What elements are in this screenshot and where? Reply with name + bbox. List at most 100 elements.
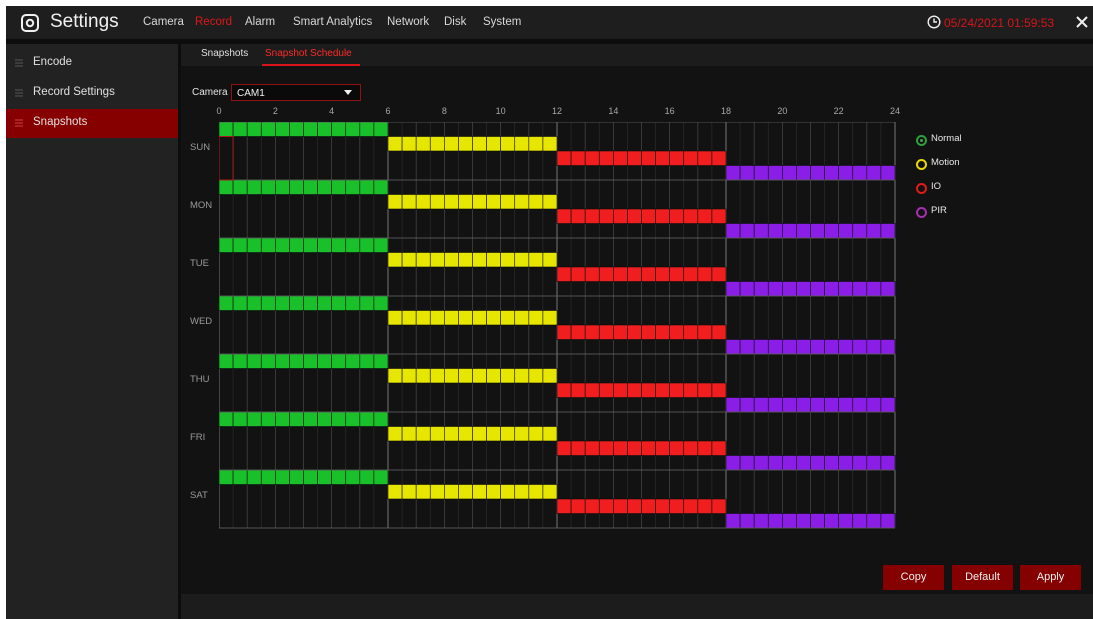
schedule-cell-normal[interactable] bbox=[317, 122, 332, 137]
schedule-cell-io[interactable] bbox=[598, 498, 614, 514]
schedule-cell-motion[interactable] bbox=[528, 194, 544, 210]
nav-network[interactable]: Network bbox=[387, 16, 429, 28]
schedule-cell-pir[interactable] bbox=[782, 281, 797, 297]
schedule-cell-motion[interactable] bbox=[486, 252, 501, 268]
schedule-cell-normal[interactable] bbox=[275, 411, 290, 427]
schedule-cell-io[interactable] bbox=[669, 324, 685, 340]
schedule-cell-normal[interactable] bbox=[289, 469, 304, 485]
schedule-cell-pir[interactable] bbox=[824, 165, 839, 181]
schedule-cell-motion[interactable] bbox=[444, 368, 459, 384]
schedule-cell-motion[interactable] bbox=[472, 368, 487, 384]
schedule-cell-io[interactable] bbox=[711, 382, 727, 398]
schedule-cell-motion[interactable] bbox=[401, 484, 417, 500]
schedule-cell-pir[interactable] bbox=[782, 339, 797, 355]
schedule-cell-io[interactable] bbox=[711, 266, 727, 282]
schedule-cell-io[interactable] bbox=[598, 150, 614, 166]
schedule-cell-io[interactable] bbox=[556, 208, 572, 224]
schedule-cell-io[interactable] bbox=[711, 440, 727, 456]
schedule-cell-pir[interactable] bbox=[838, 397, 854, 413]
schedule-cell-normal[interactable] bbox=[289, 411, 304, 427]
schedule-cell-motion[interactable] bbox=[472, 252, 487, 268]
schedule-cell-normal[interactable] bbox=[219, 295, 234, 311]
schedule-cell-io[interactable] bbox=[683, 382, 699, 398]
tab-snapshot-schedule[interactable]: Snapshot Schedule bbox=[265, 48, 352, 59]
nav-disk[interactable]: Disk bbox=[444, 16, 466, 28]
schedule-cell-motion[interactable] bbox=[387, 484, 403, 500]
schedule-cell-normal[interactable] bbox=[373, 237, 389, 253]
schedule-cell-io[interactable] bbox=[598, 382, 614, 398]
schedule-cell-normal[interactable] bbox=[317, 179, 332, 195]
schedule-cell-pir[interactable] bbox=[810, 455, 825, 471]
schedule-cell-motion[interactable] bbox=[429, 426, 445, 442]
schedule-cell-normal[interactable] bbox=[303, 295, 318, 311]
schedule-cell-normal[interactable] bbox=[331, 179, 347, 195]
schedule-cell-io[interactable] bbox=[627, 324, 642, 340]
schedule-cell-normal[interactable] bbox=[373, 179, 389, 195]
schedule-cell-pir[interactable] bbox=[866, 223, 882, 239]
schedule-cell-motion[interactable] bbox=[387, 252, 403, 268]
schedule-cell-pir[interactable] bbox=[725, 281, 741, 297]
schedule-cell-io[interactable] bbox=[627, 498, 642, 514]
schedule-cell-motion[interactable] bbox=[415, 484, 431, 500]
schedule-cell-pir[interactable] bbox=[852, 513, 868, 529]
schedule-cell-normal[interactable] bbox=[219, 411, 234, 427]
schedule-cell-pir[interactable] bbox=[880, 513, 896, 529]
schedule-cell-pir[interactable] bbox=[739, 281, 755, 297]
schedule-cell-io[interactable] bbox=[598, 208, 614, 224]
schedule-cell-io[interactable] bbox=[655, 324, 670, 340]
schedule-cell-pir[interactable] bbox=[880, 281, 896, 297]
schedule-cell-io[interactable] bbox=[683, 440, 699, 456]
schedule-cell-pir[interactable] bbox=[725, 455, 741, 471]
schedule-cell-motion[interactable] bbox=[528, 136, 544, 152]
schedule-cell-pir[interactable] bbox=[796, 339, 811, 355]
schedule-cell-motion[interactable] bbox=[542, 426, 558, 442]
sidebar-item-encode[interactable]: Encode bbox=[6, 49, 178, 78]
schedule-cell-io[interactable] bbox=[711, 150, 727, 166]
schedule-cell-normal[interactable] bbox=[260, 469, 276, 485]
schedule-cell-io[interactable] bbox=[556, 382, 572, 398]
schedule-cell-normal[interactable] bbox=[359, 469, 375, 485]
schedule-cell-motion[interactable] bbox=[500, 136, 516, 152]
schedule-cell-motion[interactable] bbox=[387, 194, 403, 210]
schedule-cell-normal[interactable] bbox=[232, 411, 248, 427]
schedule-cell-normal[interactable] bbox=[275, 179, 290, 195]
schedule-cell-io[interactable] bbox=[598, 440, 614, 456]
schedule-cell-normal[interactable] bbox=[303, 411, 318, 427]
schedule-cell-motion[interactable] bbox=[500, 252, 516, 268]
schedule-cell-pir[interactable] bbox=[824, 455, 839, 471]
schedule-cell-normal[interactable] bbox=[246, 179, 262, 195]
schedule-cell-normal[interactable] bbox=[260, 295, 276, 311]
schedule-cell-io[interactable] bbox=[556, 266, 572, 282]
schedule-cell-pir[interactable] bbox=[782, 513, 797, 529]
schedule-cell-motion[interactable] bbox=[472, 310, 487, 326]
close-icon[interactable] bbox=[1074, 14, 1090, 30]
schedule-cell-normal[interactable] bbox=[345, 122, 361, 137]
schedule-cell-motion[interactable] bbox=[444, 426, 459, 442]
schedule-cell-pir[interactable] bbox=[796, 281, 811, 297]
apply-button[interactable]: Apply bbox=[1020, 565, 1081, 590]
schedule-cell-pir[interactable] bbox=[753, 339, 769, 355]
schedule-cell-io[interactable] bbox=[641, 498, 656, 514]
schedule-cell-motion[interactable] bbox=[415, 252, 431, 268]
default-button[interactable]: Default bbox=[952, 565, 1013, 590]
schedule-cell-normal[interactable] bbox=[289, 122, 304, 137]
schedule-cell-io[interactable] bbox=[584, 208, 600, 224]
schedule-cell-motion[interactable] bbox=[486, 426, 501, 442]
schedule-cell-io[interactable] bbox=[613, 208, 628, 224]
schedule-cell-motion[interactable] bbox=[415, 368, 431, 384]
schedule-cell-io[interactable] bbox=[613, 440, 628, 456]
schedule-cell-io[interactable] bbox=[570, 208, 586, 224]
schedule-cell-pir[interactable] bbox=[767, 339, 783, 355]
schedule-cell-motion[interactable] bbox=[500, 426, 516, 442]
schedule-cell-io[interactable] bbox=[613, 382, 628, 398]
schedule-cell-normal[interactable] bbox=[303, 469, 318, 485]
schedule-cell-pir[interactable] bbox=[739, 165, 755, 181]
schedule-cell-pir[interactable] bbox=[810, 339, 825, 355]
schedule-cell-io[interactable] bbox=[584, 266, 600, 282]
schedule-cell-normal[interactable] bbox=[317, 353, 332, 369]
schedule-cell-io[interactable] bbox=[627, 440, 642, 456]
schedule-cell-motion[interactable] bbox=[542, 484, 558, 500]
schedule-cell-motion[interactable] bbox=[429, 252, 445, 268]
schedule-cell-pir[interactable] bbox=[852, 281, 868, 297]
schedule-cell-normal[interactable] bbox=[246, 411, 262, 427]
